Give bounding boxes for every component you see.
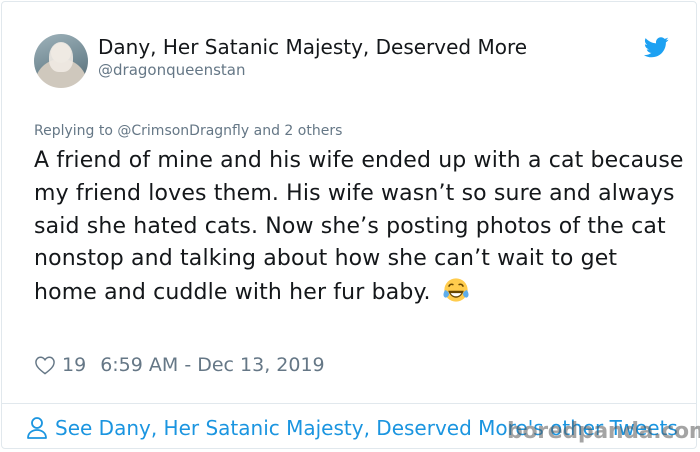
tweet-card: Dany, Her Satanic Majesty, Deserved More… (1, 1, 700, 449)
replying-mention-link[interactable]: @CrimsonDragnfly (117, 123, 249, 139)
replying-prefix: Replying to (34, 123, 113, 139)
tweet-body: A friend of mine and his wife ended up w… (34, 148, 684, 306)
tweet-meta: 19 6:59 AM - Dec 13, 2019 (34, 354, 325, 376)
tweet-timestamp[interactable]: 6:59 AM - Dec 13, 2019 (100, 354, 324, 376)
replying-to: Replying to @CrimsonDragnfly and 2 other… (34, 122, 342, 140)
person-outline-icon (27, 417, 47, 439)
replying-suffix-link[interactable]: and 2 others (254, 123, 343, 139)
footer-divider (2, 403, 696, 404)
avatar[interactable] (34, 34, 88, 88)
author-display-name[interactable]: Dany, Her Satanic Majesty, Deserved More (98, 35, 527, 59)
watermark-logo: boredpanda.com (507, 419, 700, 444)
face-with-tears-of-joy-icon (443, 278, 469, 302)
heart-outline-icon[interactable] (34, 355, 56, 375)
like-count: 19 (62, 354, 87, 376)
author-handle[interactable]: @dragonqueenstan (98, 60, 245, 80)
avatar-hair (49, 42, 73, 72)
tweet-text: A friend of mine and his wife ended up w… (34, 145, 684, 310)
twitter-bird-icon[interactable] (644, 37, 669, 58)
